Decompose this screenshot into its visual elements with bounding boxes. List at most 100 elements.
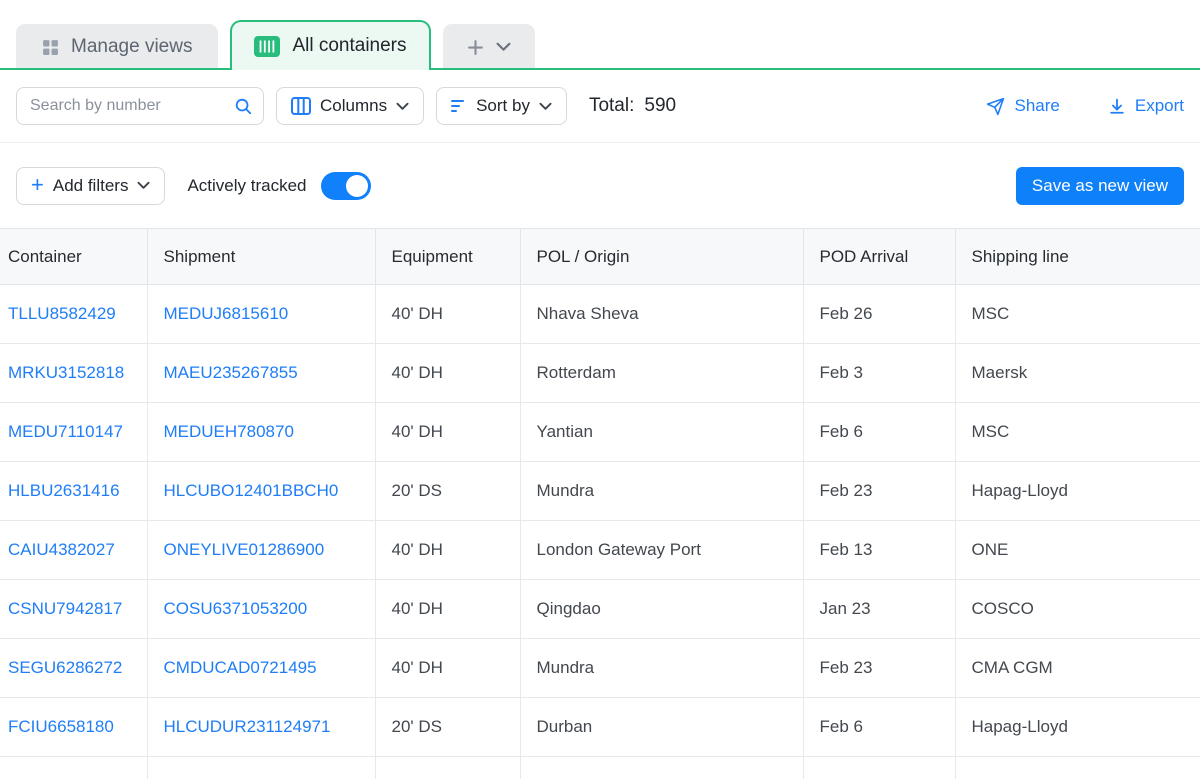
shipment-link[interactable]: CMDUCAD0721495 — [164, 658, 317, 677]
container-icon — [254, 36, 280, 57]
shipment-link[interactable]: HLCUDUR231124971 — [164, 717, 331, 736]
share-button[interactable]: Share — [986, 96, 1059, 116]
chevron-down-icon — [496, 42, 511, 52]
table-row: CMAU7511940CMDUCTA047634440' DHPenang Po… — [0, 757, 1200, 779]
total-label: Total: — [589, 95, 634, 117]
shipment-link[interactable]: COSU6371053200 — [164, 599, 308, 618]
filter-bar: + Add filters Actively tracked Save as n… — [0, 143, 1200, 228]
total-value: 590 — [644, 95, 676, 117]
cell-shipment: CMDUCTA0476344 — [147, 757, 375, 779]
plus-icon: + — [31, 174, 44, 196]
cell-line: Hapag-Lloyd — [955, 698, 1200, 757]
container-link[interactable]: MEDU7110147 — [8, 422, 123, 441]
column-header-container: Container — [0, 229, 147, 285]
columns-icon — [291, 97, 311, 115]
container-link[interactable]: CAIU4382027 — [8, 540, 115, 559]
shipment-link[interactable]: ONEYLIVE01286900 — [164, 540, 325, 559]
cell-container: SEGU6286272 — [0, 639, 147, 698]
search-field-wrap — [16, 87, 264, 125]
cell-pol: Mundra — [520, 462, 803, 521]
actively-tracked-toggle[interactable] — [321, 172, 371, 200]
column-header-pol: POL / Origin — [520, 229, 803, 285]
cell-equipment: 40' DH — [375, 639, 520, 698]
columns-button[interactable]: Columns — [276, 87, 424, 125]
grid-icon — [42, 39, 59, 56]
column-header-equipment: Equipment — [375, 229, 520, 285]
cell-shipment: ONEYLIVE01286900 — [147, 521, 375, 580]
tab-manage-views[interactable]: Manage views — [16, 24, 218, 70]
cell-shipment: MAEU235267855 — [147, 344, 375, 403]
cell-container: MEDU7110147 — [0, 403, 147, 462]
cell-line: Maersk — [955, 344, 1200, 403]
sort-by-button[interactable]: Sort by — [436, 87, 567, 125]
add-filters-button[interactable]: + Add filters — [16, 167, 165, 205]
cell-container: HLBU2631416 — [0, 462, 147, 521]
export-button[interactable]: Export — [1108, 96, 1184, 116]
column-header-line: Shipping line — [955, 229, 1200, 285]
toggle-knob — [346, 175, 368, 197]
cell-line: MSC — [955, 285, 1200, 344]
cell-pol: Durban — [520, 698, 803, 757]
shipment-link[interactable]: MAEU235267855 — [164, 363, 298, 382]
cell-pod_arrival: Jan 23 — [803, 580, 955, 639]
cell-equipment: 40' DH — [375, 285, 520, 344]
shipment-link[interactable]: MEDUJ6815610 — [164, 304, 289, 323]
view-tab-bar: Manage views All containers — [0, 0, 1200, 70]
container-link[interactable]: TLLU8582429 — [8, 304, 116, 323]
cell-line: Hapag-Lloyd — [955, 462, 1200, 521]
actively-tracked-label: Actively tracked — [187, 176, 306, 196]
plus-icon — [467, 39, 484, 56]
cell-pod_arrival: Jan 27 — [803, 757, 955, 779]
cell-pol: Mundra — [520, 639, 803, 698]
container-link[interactable]: SEGU6286272 — [8, 658, 122, 677]
share-label: Share — [1014, 96, 1059, 116]
cell-equipment: 40' DH — [375, 344, 520, 403]
cell-pod_arrival: Feb 6 — [803, 403, 955, 462]
cell-shipment: HLCUBO12401BBCH0 — [147, 462, 375, 521]
table-header-row: ContainerShipmentEquipmentPOL / OriginPO… — [0, 229, 1200, 285]
cell-pod_arrival: Feb 6 — [803, 698, 955, 757]
cell-pod_arrival: Feb 23 — [803, 639, 955, 698]
cell-equipment: 40' DH — [375, 757, 520, 779]
table-row: FCIU6658180 HLCUDUR231124971 20' DSDurbanF… — [0, 698, 1200, 757]
cell-pol: London Gateway Port — [520, 521, 803, 580]
column-header-pod_arrival: POD Arrival — [803, 229, 955, 285]
cell-pol: Nhava Sheva — [520, 285, 803, 344]
cell-equipment: 20' DS — [375, 698, 520, 757]
cell-pod_arrival: Feb 13 — [803, 521, 955, 580]
container-link[interactable]: MRKU3152818 — [8, 363, 124, 382]
paper-plane-icon — [986, 97, 1005, 116]
tab-all-containers-label: All containers — [292, 35, 406, 57]
cell-pod_arrival: Feb 3 — [803, 344, 955, 403]
container-link[interactable]: HLBU2631416 — [8, 481, 120, 500]
cell-container: MRKU3152818 — [0, 344, 147, 403]
cell-container: TLLU8582429 — [0, 285, 147, 344]
cell-line: CMA CGM — [955, 639, 1200, 698]
search-input[interactable] — [16, 87, 264, 125]
cell-equipment: 40' DH — [375, 403, 520, 462]
container-link[interactable]: CSNU7942817 — [8, 599, 122, 618]
table-row: TLLU8582429 MEDUJ6815610 40' DHNhava Sheva… — [0, 285, 1200, 344]
cell-shipment: COSU6371053200 — [147, 580, 375, 639]
cell-line: CMA CGM — [955, 757, 1200, 779]
chevron-down-icon — [396, 102, 409, 111]
containers-table: ContainerShipmentEquipmentPOL / OriginPO… — [0, 228, 1200, 779]
cell-pol: Yantian — [520, 403, 803, 462]
cell-pod_arrival: Feb 23 — [803, 462, 955, 521]
container-link[interactable]: FCIU6658180 — [8, 717, 114, 736]
export-label: Export — [1135, 96, 1184, 116]
shipment-link[interactable]: MEDUEH780870 — [164, 422, 294, 441]
cell-line: COSCO — [955, 580, 1200, 639]
table-row: MRKU3152818MAEU23526785540' DHRotterdamF… — [0, 344, 1200, 403]
shipment-link[interactable]: HLCUBO12401BBCH0 — [164, 481, 339, 500]
chevron-down-icon — [539, 102, 552, 111]
cell-container: FCIU6658180 — [0, 698, 147, 757]
cell-equipment: 20' DS — [375, 462, 520, 521]
sort-by-button-label: Sort by — [476, 96, 530, 116]
column-header-shipment: Shipment — [147, 229, 375, 285]
save-as-new-view-button[interactable]: Save as new view — [1016, 167, 1184, 205]
download-icon — [1108, 97, 1126, 115]
tab-new-view[interactable] — [443, 24, 535, 70]
tab-all-containers[interactable]: All containers — [230, 20, 430, 70]
cell-equipment: 40' DH — [375, 521, 520, 580]
